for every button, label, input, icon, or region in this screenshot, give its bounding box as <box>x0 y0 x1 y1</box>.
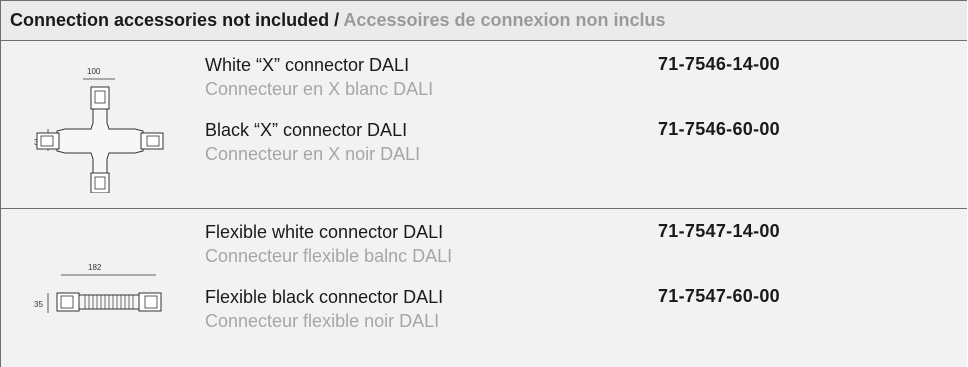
x-width-dim: 100 <box>87 67 101 76</box>
list-item: Flexible white connector DALI Connecteur… <box>205 221 452 267</box>
header-title-fr: Accessoires de connexion non inclus <box>343 10 666 30</box>
item-name-fr: Connecteur flexible noir DALI <box>205 311 440 331</box>
item-name: Flexible black connector DALI <box>205 287 444 307</box>
list-item: Flexible black connector DALI Connecteur… <box>205 286 443 332</box>
x-connector-section: 100 35 White “X” connector DALI Connecte… <box>1 41 967 209</box>
flex-width-dim: 182 <box>88 263 102 272</box>
list-item: White “X” connector DALI Connecteur en X… <box>205 54 433 100</box>
x-connector-drawing-icon: 100 35 <box>34 67 164 193</box>
item-code: 71-7546-60-00 <box>658 119 780 139</box>
header-title-en: Connection accessories not included <box>10 10 330 30</box>
item-name-fr: Connecteur flexible balnc DALI <box>205 246 453 266</box>
flex-height-dim: 35 <box>34 300 43 309</box>
item-code: 71-7547-14-00 <box>658 221 780 241</box>
item-name-fr: Connecteur en X blanc DALI <box>205 79 434 99</box>
accessories-table: Connection accessories not included / Ac… <box>0 0 967 367</box>
item-name-fr: Connecteur en X noir DALI <box>205 144 421 164</box>
item-name: White “X” connector DALI <box>205 55 410 75</box>
item-code: 71-7546-14-00 <box>658 54 780 74</box>
item-name: Black “X” connector DALI <box>205 120 408 140</box>
item-name: Flexible white connector DALI <box>205 222 444 242</box>
header-separator: / <box>329 10 344 30</box>
flexible-connector-section: 182 35 Flexible white connector DALI Con… <box>1 209 967 367</box>
list-item: Black “X” connector DALI Connecteur en X… <box>205 119 420 165</box>
flexible-connector-drawing-icon: 182 35 <box>34 263 162 313</box>
table-header: Connection accessories not included / Ac… <box>1 0 967 41</box>
item-code: 71-7547-60-00 <box>658 286 780 306</box>
